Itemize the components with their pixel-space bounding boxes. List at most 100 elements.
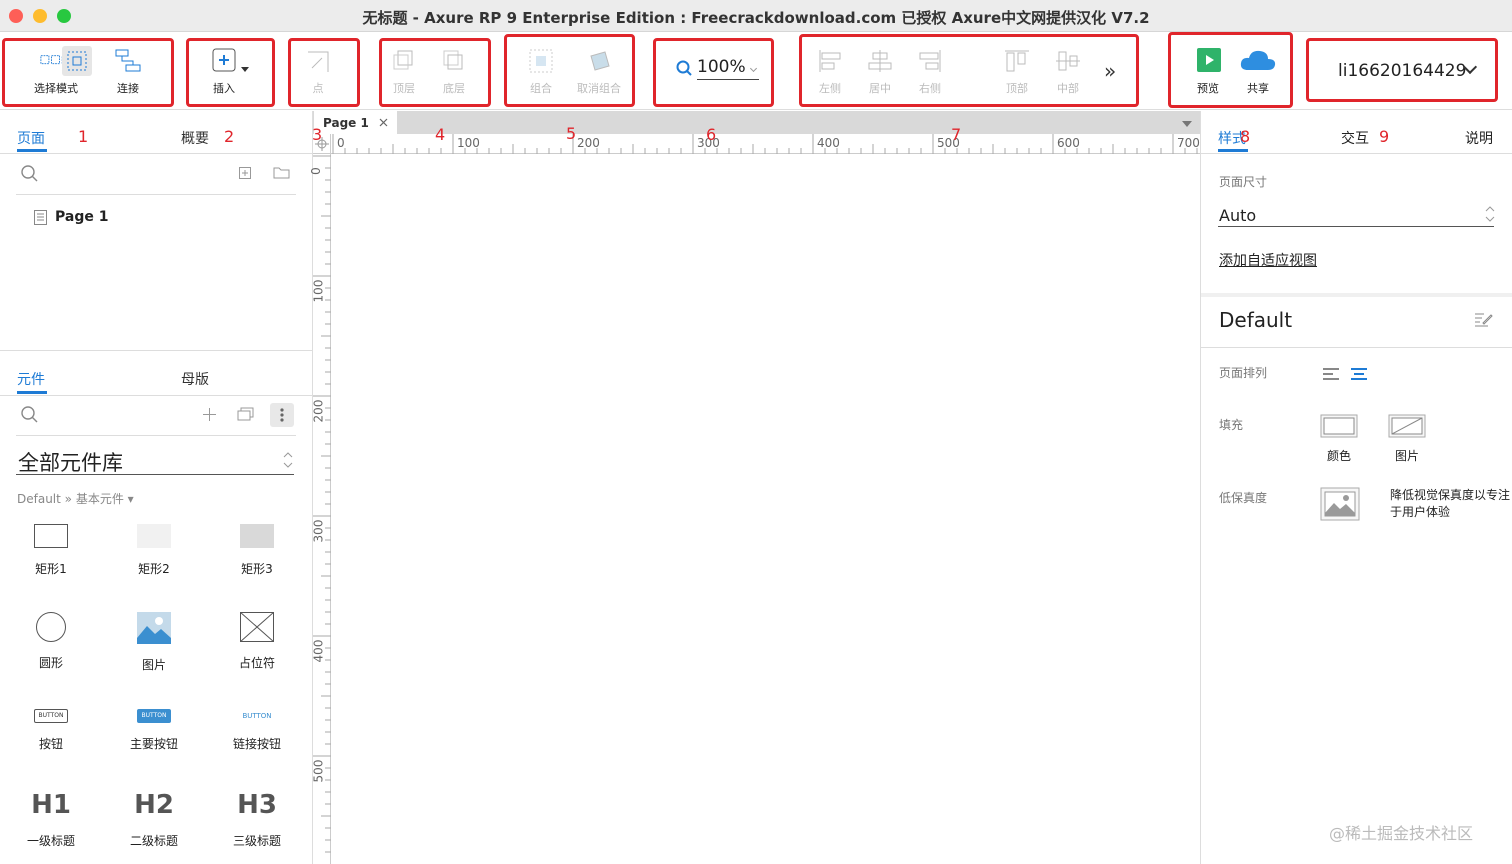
edit-style-icon[interactable]: [1474, 311, 1493, 327]
add-library-icon[interactable]: [203, 408, 216, 421]
add-adaptive-view-link[interactable]: 添加自适应视图: [1219, 250, 1317, 270]
annotation-marker-2: 2: [224, 127, 235, 146]
page-size-updown-icon[interactable]: [1485, 205, 1495, 223]
align-page-left-icon[interactable]: [1322, 367, 1340, 381]
vertical-ruler: 0 100 200 300 400 500: [309, 154, 331, 864]
tab-pages[interactable]: 页面: [17, 128, 45, 148]
low-fidelity-toggle-icon[interactable]: [1320, 487, 1360, 521]
component-label: 圆形: [38, 656, 63, 670]
tab-libraries[interactable]: 元件: [17, 369, 45, 389]
align-right-label: 右侧: [919, 82, 941, 95]
more-tools-button[interactable]: »: [1104, 59, 1116, 83]
left-panel: 页面 1 概要 2 Page 1 元件 母版 全部元件库 Default » 基…: [0, 111, 313, 864]
divider: [1201, 347, 1512, 348]
page-search-icon[interactable]: [20, 164, 39, 183]
tab-list-dropdown-icon[interactable]: [1182, 121, 1192, 127]
component-rectangle1[interactable]: 矩形1: [6, 524, 96, 577]
group-icon: [529, 49, 553, 73]
tab-masters[interactable]: 母版: [181, 369, 209, 389]
align-right-button[interactable]: 右侧: [914, 48, 946, 96]
divider: [0, 153, 312, 154]
align-top-button[interactable]: 顶部: [1001, 48, 1033, 96]
component-label: 矩形2: [138, 562, 170, 576]
add-page-icon[interactable]: [239, 167, 251, 179]
share-button[interactable]: 共享: [1238, 48, 1278, 96]
page-size-select[interactable]: Auto: [1219, 206, 1256, 225]
annotation-marker-4: 4: [435, 125, 446, 144]
insert-button[interactable]: 插入: [202, 48, 246, 96]
divider: [16, 435, 296, 436]
ruler-label: 400: [311, 639, 326, 663]
add-folder-icon[interactable]: [273, 166, 290, 179]
ungroup-button[interactable]: 取消组合: [572, 48, 626, 96]
library-stack-icon[interactable]: [237, 407, 255, 421]
component-image[interactable]: 图片: [109, 612, 199, 673]
component-primary-button[interactable]: BUTTON 主要按钮: [109, 709, 199, 752]
divider: [16, 194, 296, 195]
fill-image-label: 图片: [1394, 449, 1419, 463]
ruler-label: 500: [311, 759, 326, 783]
tab-interactions[interactable]: 交互: [1341, 128, 1369, 148]
connect-button[interactable]: 连接: [108, 48, 148, 96]
component-rectangle2[interactable]: 矩形2: [109, 524, 199, 577]
group-button[interactable]: 组合: [525, 48, 557, 96]
point-button[interactable]: 点: [302, 48, 334, 96]
point-icon: [308, 51, 329, 72]
component-placeholder[interactable]: 占位符: [212, 612, 302, 671]
component-heading1[interactable]: H1 一级标题: [6, 790, 96, 849]
component-label: 按钮: [38, 737, 63, 751]
canvas-page-tab-label: Page 1: [323, 116, 369, 130]
ruler-label: 0: [308, 167, 323, 175]
component-link-button[interactable]: BUTTON 链接按钮: [212, 709, 302, 752]
component-label: 占位符: [238, 656, 275, 670]
align-left-button[interactable]: 左侧: [814, 48, 846, 96]
ruler-label: 100: [457, 136, 480, 150]
send-to-back-button[interactable]: 底层: [438, 48, 470, 96]
share-label: 共享: [1247, 82, 1269, 95]
user-account-menu[interactable]: li16620164429: [1338, 61, 1466, 81]
library-select-updown-icon[interactable]: [283, 451, 293, 469]
select-box-toggle[interactable]: [62, 46, 92, 76]
ruler-label: 200: [311, 399, 326, 423]
page-tree-item[interactable]: Page 1: [55, 209, 108, 225]
align-center-button[interactable]: 居中: [864, 48, 896, 96]
close-tab-icon[interactable]: [379, 118, 388, 127]
annotation-marker-3: 3: [312, 125, 323, 144]
tab-outline[interactable]: 概要: [181, 128, 209, 148]
rectangle2-icon: [137, 524, 171, 548]
component-label: 一级标题: [26, 834, 75, 848]
library-search-icon[interactable]: [20, 405, 39, 424]
library-menu-button[interactable]: [270, 403, 294, 427]
insert-dropdown-arrow-icon[interactable]: [241, 67, 249, 72]
library-select[interactable]: 全部元件库: [18, 447, 123, 477]
component-heading2[interactable]: H2 二级标题: [109, 790, 199, 849]
annotation-marker-5: 5: [566, 124, 577, 143]
component-circle[interactable]: 圆形: [6, 612, 96, 671]
tab-libraries-underline: [17, 391, 47, 394]
zoom-search-icon: [676, 60, 692, 76]
library-breadcrumb[interactable]: Default » 基本元件 ▾: [17, 490, 134, 507]
annotation-marker-9: 9: [1379, 127, 1390, 146]
align-left-label: 左侧: [819, 82, 841, 95]
tab-style-underline: [1218, 149, 1248, 152]
component-button[interactable]: BUTTON 按钮: [6, 709, 96, 752]
preview-button[interactable]: 预览: [1192, 48, 1224, 96]
divider: [0, 395, 312, 396]
design-canvas[interactable]: [331, 154, 1200, 864]
divider: [0, 350, 312, 351]
component-rectangle3[interactable]: 矩形3: [212, 524, 302, 577]
align-right-icon: [919, 50, 941, 72]
fill-color-button[interactable]: 颜色: [1320, 414, 1358, 464]
fill-image-button[interactable]: 图片: [1388, 414, 1426, 464]
align-page-center-icon[interactable]: [1350, 367, 1368, 381]
align-middle-button[interactable]: 中部: [1052, 48, 1084, 96]
tab-notes[interactable]: 说明: [1465, 128, 1493, 148]
component-label: 链接按钮: [232, 737, 281, 751]
bring-to-front-button[interactable]: 顶层: [388, 48, 420, 96]
component-label: 图片: [141, 658, 166, 672]
style-name[interactable]: Default: [1219, 308, 1292, 332]
align-middle-icon: [1056, 51, 1080, 71]
zoom-level-select[interactable]: 100%: [697, 57, 746, 77]
align-left-icon: [819, 50, 841, 72]
component-heading3[interactable]: H3 三级标题: [212, 790, 302, 849]
